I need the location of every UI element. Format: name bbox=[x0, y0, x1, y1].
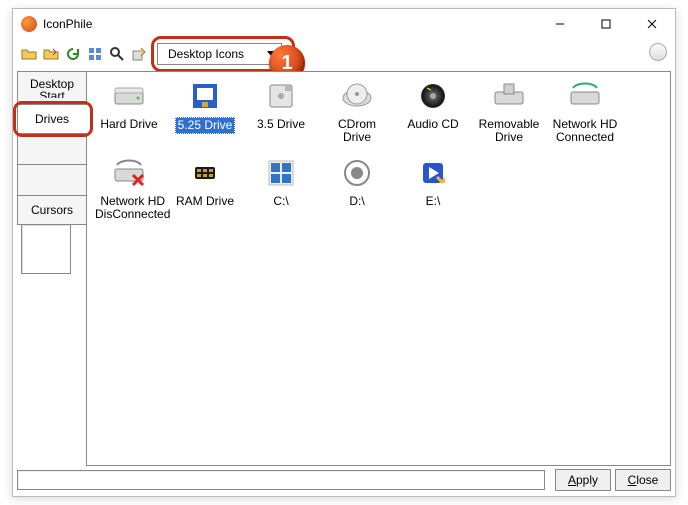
drive-icon bbox=[491, 78, 527, 114]
export-icon[interactable] bbox=[129, 44, 149, 64]
icon-item[interactable]: Network HD Connected bbox=[549, 78, 621, 145]
sidebar-spacer bbox=[17, 164, 87, 196]
maximize-button[interactable] bbox=[583, 9, 629, 39]
icon-preview bbox=[21, 224, 71, 274]
sidebar-tab-cursors[interactable]: Cursors bbox=[17, 195, 87, 225]
drive-icon bbox=[111, 78, 147, 114]
help-button[interactable] bbox=[649, 43, 667, 61]
sidebar-tab-label: Desktop bbox=[30, 78, 74, 90]
status-bar bbox=[17, 470, 545, 490]
icon-label: 3.5 Drive bbox=[255, 117, 307, 132]
icon-label: Network HD DisConnected bbox=[93, 194, 172, 222]
drive-icon bbox=[567, 78, 603, 114]
icon-label: Audio CD bbox=[405, 117, 460, 132]
sidebar-spacer bbox=[17, 133, 87, 165]
minimize-button[interactable] bbox=[537, 9, 583, 39]
app-window: IconPhile Deskto bbox=[12, 8, 676, 497]
icon-item[interactable]: Removable Drive bbox=[473, 78, 545, 145]
refresh-icon[interactable] bbox=[63, 44, 83, 64]
drive-icon bbox=[339, 155, 375, 191]
sidebar-tab-label: Cursors bbox=[31, 203, 73, 217]
sidebar-tab-label: Start bbox=[39, 90, 64, 98]
drive-icon bbox=[187, 155, 223, 191]
sidebar: Desktop Start Drives Cursors bbox=[17, 71, 87, 466]
search-icon[interactable] bbox=[107, 44, 127, 64]
icon-grid: Hard Drive 5.25 Drive 3.5 Drive CDrom Drive… bbox=[86, 71, 671, 466]
icon-item[interactable]: 3.5 Drive bbox=[245, 78, 317, 145]
icon-item[interactable]: Hard Drive bbox=[93, 78, 165, 145]
icon-label: Network HD Connected bbox=[549, 117, 621, 145]
icon-label: Hard Drive bbox=[98, 117, 159, 132]
window-title: IconPhile bbox=[43, 17, 537, 31]
icon-item[interactable]: C:\ bbox=[245, 155, 317, 222]
icon-item[interactable]: 5.25 Drive bbox=[169, 78, 241, 145]
icon-item[interactable]: Network HD DisConnected bbox=[93, 155, 165, 222]
drive-icon bbox=[111, 155, 147, 191]
icon-item[interactable]: Audio CD bbox=[397, 78, 469, 145]
category-dropdown[interactable]: Desktop Icons bbox=[157, 43, 282, 65]
open-folder-icon[interactable] bbox=[19, 44, 39, 64]
titlebar: IconPhile bbox=[13, 9, 675, 39]
icon-item[interactable]: E:\ bbox=[397, 155, 469, 222]
toolbar: Desktop Icons bbox=[13, 39, 675, 69]
category-dropdown-label: Desktop Icons bbox=[168, 47, 244, 61]
close-button[interactable] bbox=[629, 9, 675, 39]
drive-icon bbox=[339, 78, 375, 114]
icon-label: Removable Drive bbox=[473, 117, 545, 145]
grid-icon[interactable] bbox=[85, 44, 105, 64]
sidebar-tab-drives[interactable]: Drives bbox=[17, 104, 87, 134]
save-icon[interactable] bbox=[41, 44, 61, 64]
footer: Apply Close bbox=[17, 468, 671, 492]
icon-label: C:\ bbox=[271, 194, 290, 209]
icon-item[interactable]: D:\ bbox=[321, 155, 393, 222]
app-icon bbox=[21, 16, 37, 32]
icon-item[interactable]: RAM Drive bbox=[169, 155, 241, 222]
icon-label: CDrom Drive bbox=[321, 117, 393, 145]
drive-icon bbox=[187, 78, 223, 114]
drive-icon bbox=[415, 155, 451, 191]
chevron-down-icon bbox=[267, 51, 275, 56]
sidebar-tab-desktop[interactable]: Desktop Start bbox=[17, 71, 87, 105]
drive-icon bbox=[415, 78, 451, 114]
body: Desktop Start Drives Cursors Hard Drive 5… bbox=[17, 71, 671, 466]
icon-label: RAM Drive bbox=[174, 194, 236, 209]
icon-label: D:\ bbox=[347, 194, 366, 209]
icon-label: 5.25 Drive bbox=[175, 117, 236, 134]
sidebar-tab-label: Drives bbox=[35, 112, 69, 126]
apply-button[interactable]: Apply bbox=[555, 469, 611, 491]
icon-label: E:\ bbox=[424, 194, 443, 209]
drive-icon bbox=[263, 155, 299, 191]
drive-icon bbox=[263, 78, 299, 114]
close-dialog-button[interactable]: Close bbox=[615, 469, 671, 491]
icon-item[interactable]: CDrom Drive bbox=[321, 78, 393, 145]
